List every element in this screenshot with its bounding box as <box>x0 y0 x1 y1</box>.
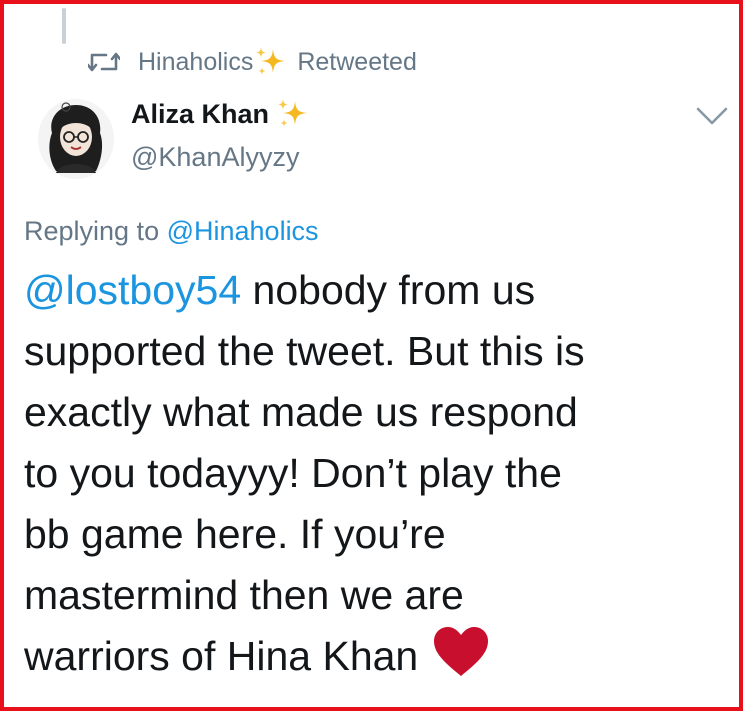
screenshot-frame: Hinaholics Retweeted Aliza Khan @KhanAly… <box>0 0 743 711</box>
tweet-mention-link[interactable]: @lostboy54 <box>24 267 241 313</box>
sparkles-icon <box>256 47 286 75</box>
author-display-name[interactable]: Aliza Khan <box>131 99 269 130</box>
sparkles-icon <box>278 99 308 127</box>
tweet-text-line5: bb game here. If you’re <box>24 511 446 557</box>
tweet-text-line6: mastermind then we are <box>24 572 464 618</box>
thread-connector-line <box>62 8 66 44</box>
retweet-context[interactable]: Hinaholics Retweeted <box>88 44 417 80</box>
retweet-label: Retweeted <box>297 47 417 76</box>
tweet-text-line7: warriors of Hina Khan <box>24 633 419 679</box>
tweet-text-line3: exactly what made us respond <box>24 389 578 435</box>
tweet-text-line2: supported the tweet. But this is <box>24 328 585 374</box>
author-handle[interactable]: @KhanAlyyzy <box>131 142 299 173</box>
reply-mention-link[interactable]: @Hinaholics <box>167 216 319 246</box>
retweet-icon <box>88 52 120 72</box>
replying-to-line: Replying to @Hinaholics <box>24 216 319 247</box>
replying-to-label: Replying to <box>24 216 167 246</box>
retweeter-name[interactable]: Hinaholics <box>138 48 253 77</box>
avatar[interactable] <box>38 99 114 179</box>
avatar-illustration <box>38 99 114 179</box>
tweet-body: @lostboy54 nobody from us supported the … <box>24 260 724 687</box>
tweet-text-line1: nobody from us <box>241 267 536 313</box>
tweet-text-line4: to you todayyy! Don’t play the <box>24 450 562 496</box>
author-name-row[interactable]: Aliza Khan <box>131 94 309 134</box>
chevron-down-icon[interactable] <box>694 104 730 128</box>
red-heart-icon <box>434 627 489 676</box>
